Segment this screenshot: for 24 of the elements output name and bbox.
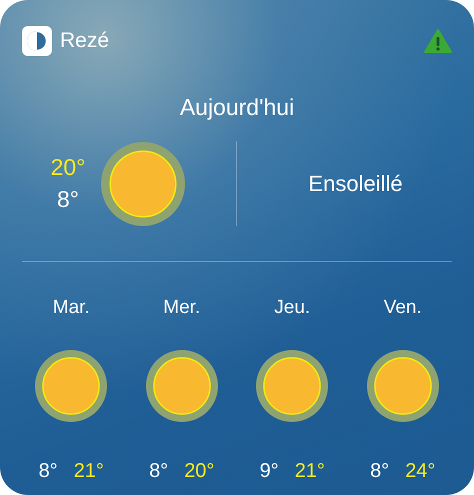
day-label: Mar. xyxy=(52,296,90,320)
location-name: Rezé xyxy=(60,28,110,54)
low-temperature: 8° xyxy=(149,459,168,484)
app-logo-icon xyxy=(22,26,52,56)
high-temperature: 24° xyxy=(405,459,436,484)
day-label: Jeu. xyxy=(274,296,310,320)
high-temperature: 21° xyxy=(74,459,104,484)
low-temperature: 8° xyxy=(370,459,390,484)
sun-icon xyxy=(256,350,328,422)
warning-icon[interactable] xyxy=(424,29,452,53)
high-temperature: 20° xyxy=(50,153,86,182)
day-label: Ven. xyxy=(384,296,422,320)
day-label: Mer. xyxy=(163,296,200,320)
high-temperature: 21° xyxy=(294,459,325,484)
high-temperature: 20° xyxy=(184,459,214,484)
low-temperature: 9° xyxy=(260,459,279,484)
sun-icon xyxy=(146,350,218,422)
sun-icon xyxy=(366,350,439,422)
sun-icon xyxy=(35,350,108,422)
today-title: Aujourd'hui xyxy=(180,93,294,122)
low-temperature: 8° xyxy=(57,184,79,214)
sun-icon xyxy=(101,142,186,226)
condition-text: Ensoleillé xyxy=(308,171,403,196)
low-temperature: 8° xyxy=(38,459,58,484)
